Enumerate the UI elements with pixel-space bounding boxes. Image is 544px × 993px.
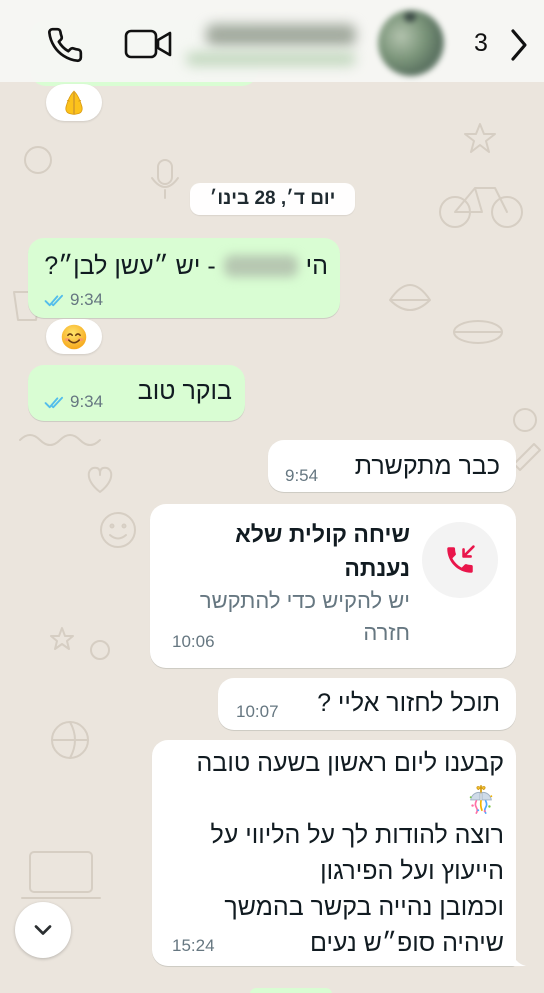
wallpaper-doodle-star [50,627,74,650]
message-time: 10:07 [236,702,279,721]
call-subtitle: יש להקיש כדי להתקשר חזרה [200,585,410,649]
message-time: 9:34 [70,290,104,309]
call-subtitle-line: יש להקיש כדי להתקשר [199,588,410,613]
wallpaper-doodle-bicycle [439,187,523,228]
message-line: שיהיה סופ״ש נעים [309,929,504,957]
wallpaper-doodle-microphone [151,159,179,199]
wallpaper-doodle-laptop [21,851,101,899]
message-meta: 9:34 [44,393,103,411]
message-text: בוקר טוב [137,377,232,405]
wallpaper-doodle-star [464,123,496,153]
outgoing-message-bubble[interactable]: בוקר טוב 9:34 [28,365,245,421]
message-line: וכמובן נהייה בקשר בהמשך [224,893,504,921]
scroll-to-bottom-button[interactable] [15,902,71,958]
message-reaction[interactable] [46,84,102,121]
message-text-row: הי - יש ״עשן לבן״? [44,251,328,281]
message-reaction[interactable] [46,319,102,354]
message-emoji-line [197,781,504,817]
message-text: תוכל לחזור אליי ? [317,689,500,717]
wallpaper-doodle [24,146,52,174]
wallpaper-doodle-lips [453,320,503,344]
call-title-line: שיחה קולית שלא [235,521,410,547]
contact-avatar[interactable] [378,10,444,76]
outgoing-message-bubble[interactable]: הי - יש ״עשן לבן״? 9:34 [28,238,340,318]
message-time: 10:06 [172,632,215,651]
message-line: הייעוץ ועל הפירגון [320,857,504,885]
message-text: - יש ״עשן לבן״? [44,252,216,280]
missed-call-icon [447,545,475,573]
wallpaper-doodle [90,640,110,660]
message-text: קבענו ליום ראשון בשעה טובה רוצה להודות ל… [197,745,504,961]
contact-status-blurred [186,52,356,66]
message-time: 9:34 [70,392,104,411]
smiling-face-emoji-icon [61,324,87,349]
bubble-tail [512,950,526,966]
video-camera-icon [124,29,172,59]
unread-count-badge[interactable]: 3 [474,29,488,57]
message-text: הי [305,252,328,280]
incoming-message-bubble[interactable]: כבר מתקשרת 9:54 [268,440,516,492]
wallpaper-doodle-leaf [389,284,431,311]
message-meta: 15:24 [172,937,215,955]
incoming-message-bubble[interactable]: תוכל לחזור אליי ? 10:07 [218,678,516,730]
contact-name-blurred [223,255,298,277]
chat-screen: 3 יום ד׳, 28 בינו׳ הי - יש ״עשן לבן״? 9:… [0,0,544,993]
avatar-detail [404,12,416,22]
date-separator-chip: יום ד׳, 28 בינו׳ [190,183,355,215]
missed-voice-call-card[interactable]: שיחה קולית שלא נענתה יש להקיש כדי להתקשר… [150,504,516,668]
wallpaper-doodle-smiley [100,512,136,548]
message-meta: 10:07 [236,703,279,721]
back-button[interactable] [506,26,532,64]
wallpaper-doodle-wave [19,434,101,446]
chevron-right-icon [511,29,527,61]
chevron-down-icon [34,925,52,935]
message-time: 9:54 [285,466,319,485]
contact-name-blurred [206,24,356,46]
message-meta: 10:06 [172,633,215,651]
incoming-message-bubble[interactable]: קבענו ליום ראשון בשעה טובה רוצה להודות ל… [152,740,526,966]
wallpaper-doodle-pencil [513,443,541,471]
message-time: 15:24 [172,936,215,955]
confetti-ball-emoji-icon [469,784,493,814]
phone-icon [48,27,83,63]
wallpaper-doodle [513,408,537,432]
contact-header[interactable] [180,8,448,78]
read-double-check-icon [44,294,66,307]
message-text: כבר מתקשרת [354,452,500,480]
wallpaper-doodle-ball [51,721,89,759]
voice-call-button[interactable] [44,24,86,66]
video-call-button[interactable] [122,26,174,62]
message-line: קבענו ליום ראשון בשעה טובה [196,749,504,777]
wallpaper-doodle-heart [87,466,113,493]
next-message-bubble[interactable] [250,988,332,993]
message-line: רוצה להודות לך על הליווי על [210,821,504,849]
call-title: שיחה קולית שלא נענתה [235,517,410,585]
read-double-check-icon [44,396,66,409]
call-back-button[interactable] [422,522,498,598]
call-title-line: נענתה [344,555,410,581]
call-subtitle-line: חזרה [363,620,410,645]
message-meta: 9:54 [285,467,318,485]
folded-hands-emoji-icon [65,90,83,115]
chat-header: 3 [0,0,544,82]
message-meta: 9:34 [44,291,103,309]
